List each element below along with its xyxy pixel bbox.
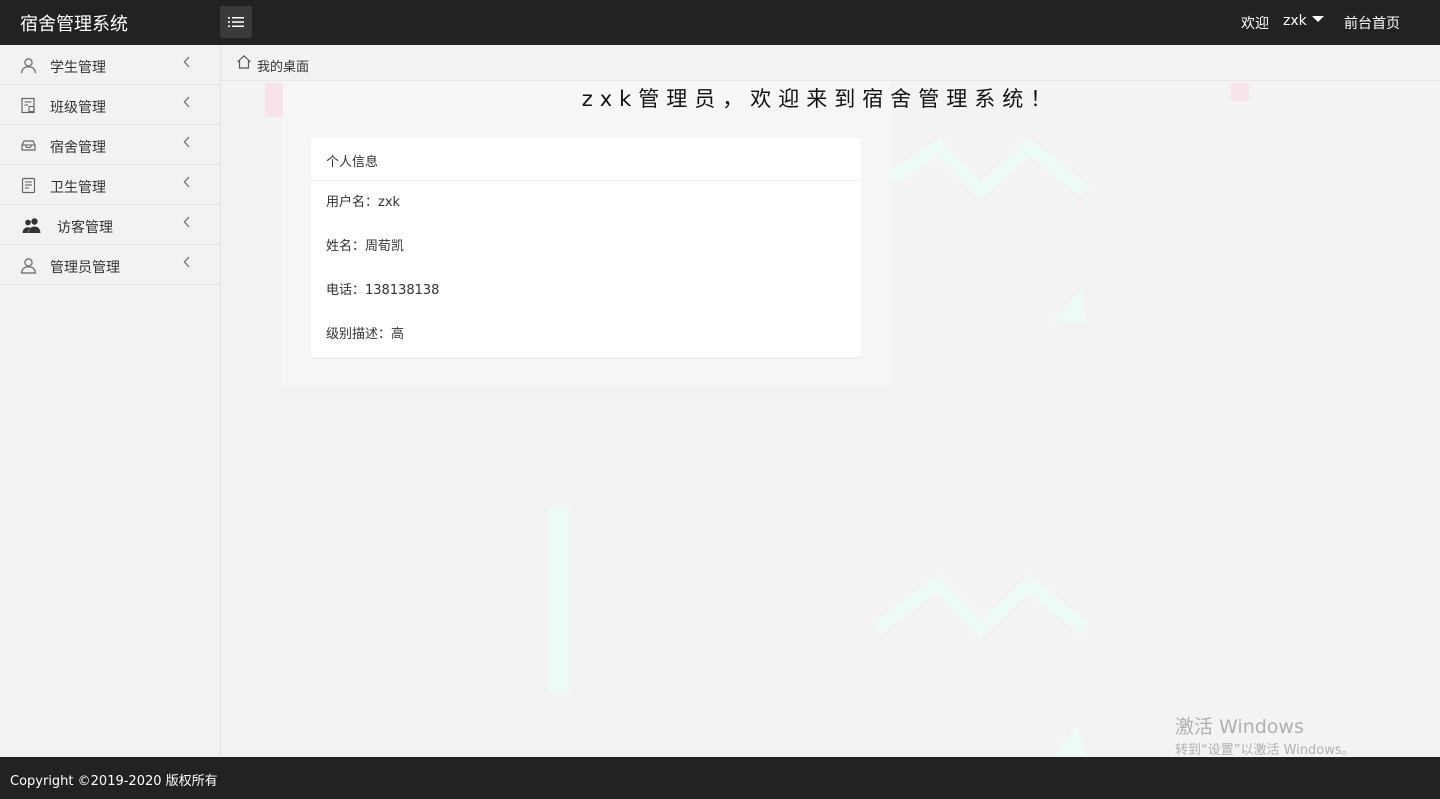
sidebar-item-dorms[interactable]: 宿舍管理: [0, 125, 220, 165]
front-home-link[interactable]: 前台首页: [1344, 13, 1400, 33]
menu-toggle-button[interactable]: [220, 6, 252, 38]
card-header: 个人信息: [311, 138, 861, 181]
personal-info-card: 个人信息 用户名：zxk 姓名：周荀凯 电话：138138138 级别描述：高: [311, 138, 861, 357]
sidebar-item-visitors[interactable]: 访客管理: [0, 205, 220, 245]
copyright-text: Copyright ©2019-2020 版权所有: [10, 774, 218, 789]
sidebar-item-students[interactable]: 学生管理: [0, 45, 220, 85]
username-label: zxk: [1283, 13, 1307, 29]
info-name: 姓名：周荀凯: [326, 239, 405, 254]
app-logo[interactable]: 宿舍管理系统: [20, 10, 128, 36]
sidebar-item-classes[interactable]: 班级管理: [0, 85, 220, 125]
user-icon: [20, 57, 37, 74]
main-content: zxk管理员，欢迎来到宿舍管理系统！ 个人信息 用户名：zxk 姓名：周荀凯 电…: [221, 81, 1440, 757]
sidebar-item-label: 宿舍管理: [50, 140, 106, 156]
top-header: 宿舍管理系统 欢迎 zxk 前台首页: [0, 0, 1440, 45]
welcome-text: 欢迎: [1241, 16, 1269, 32]
tab-my-desktop[interactable]: 我的桌面: [257, 56, 309, 75]
info-level: 级别描述：高: [326, 327, 405, 342]
dorm-icon: [20, 137, 37, 154]
admin-icon: [20, 257, 37, 274]
sidebar-item-hygiene[interactable]: 卫生管理: [0, 165, 220, 205]
chevron-left-icon: [182, 216, 192, 228]
windows-activation-hint: 转到“设置”以激活 Windows。: [1175, 743, 1355, 758]
hygiene-icon: [20, 177, 37, 194]
user-menu-dropdown[interactable]: zxk: [1283, 13, 1324, 29]
sidebar-item-label: 班级管理: [50, 100, 106, 116]
sidebar-item-label: 访客管理: [57, 220, 113, 236]
chevron-left-icon: [182, 96, 192, 108]
sidebar: 学生管理 班级管理 宿舍管理 卫生管理 访客管理 管理员管理: [0, 45, 221, 757]
chevron-left-icon: [182, 136, 192, 148]
info-username: 用户名：zxk: [326, 195, 401, 210]
chevron-left-icon: [182, 56, 192, 68]
sidebar-item-label: 管理员管理: [50, 260, 120, 276]
class-icon: [20, 97, 37, 114]
sidebar-item-label: 学生管理: [50, 60, 106, 76]
home-icon: [236, 54, 252, 70]
footer: Copyright ©2019-2020 版权所有: [0, 757, 1440, 799]
visitors-icon: [22, 217, 42, 234]
chevron-left-icon: [182, 256, 192, 268]
caret-down-icon: [1311, 16, 1324, 22]
welcome-title: zxk管理员，欢迎来到宿舍管理系统！: [581, 87, 1059, 111]
windows-activation-title: 激活 Windows: [1175, 716, 1304, 738]
sidebar-item-label: 卫生管理: [50, 180, 106, 196]
info-phone: 电话：138138138: [326, 283, 440, 298]
breadcrumb: 我的桌面: [221, 45, 1440, 81]
sidebar-item-admins[interactable]: 管理员管理: [0, 245, 220, 285]
chevron-left-icon: [182, 176, 192, 188]
hamburger-icon: [228, 17, 244, 27]
